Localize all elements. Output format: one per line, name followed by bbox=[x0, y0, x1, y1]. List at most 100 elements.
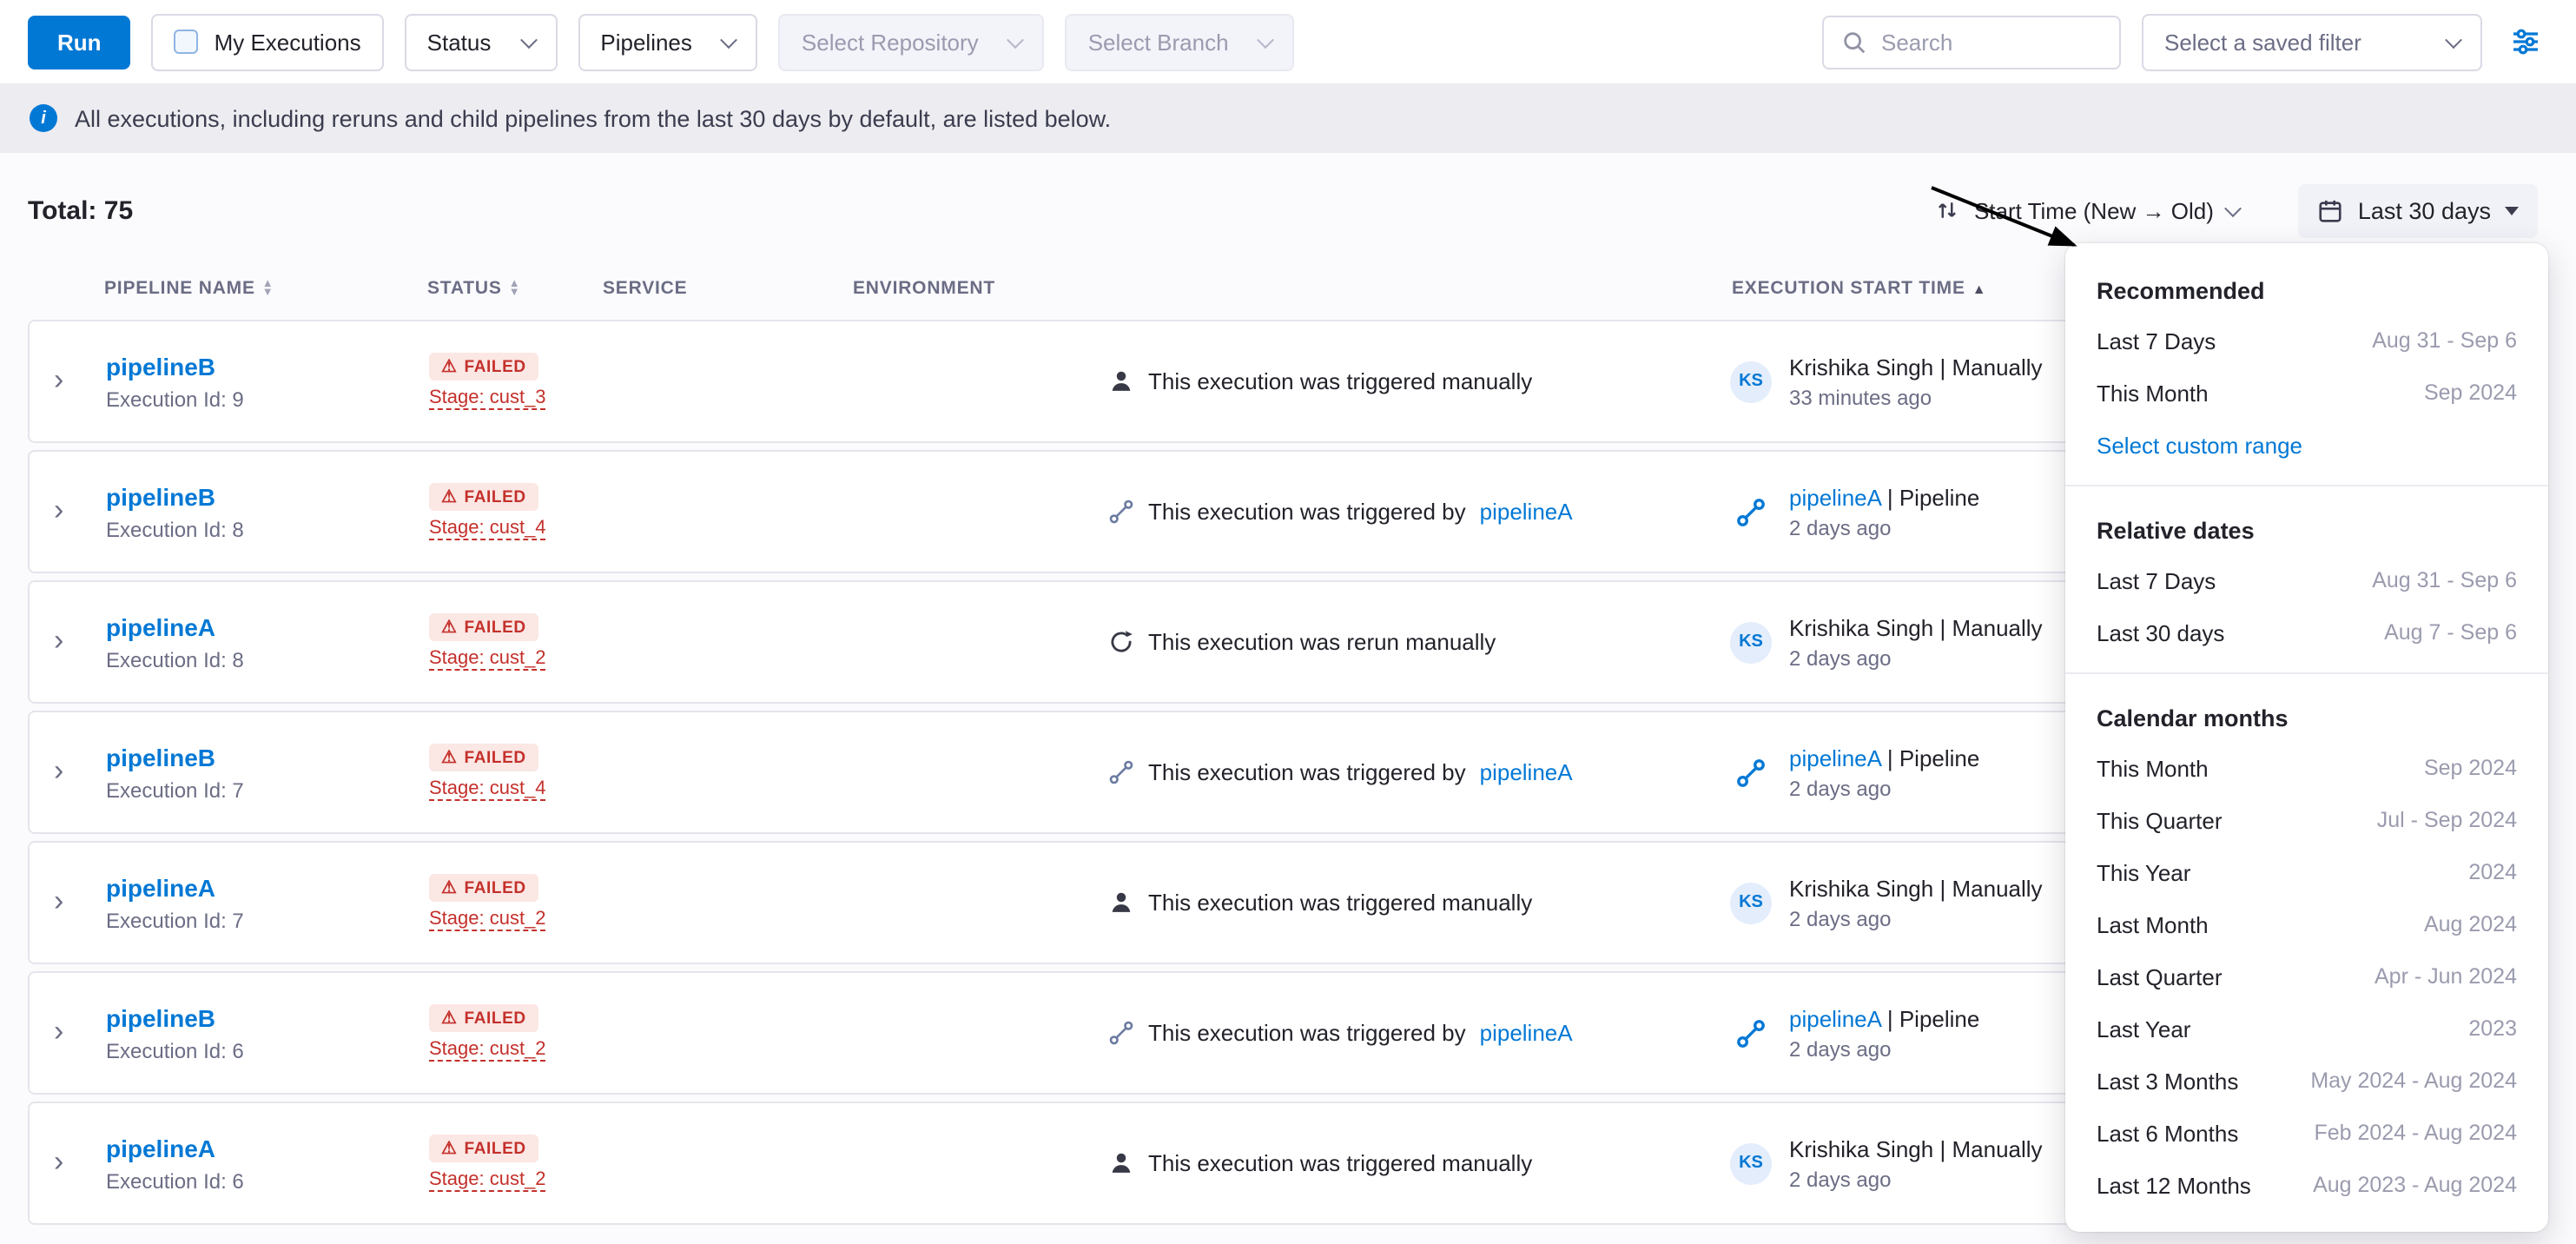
relative-time: 33 minutes ago bbox=[1789, 385, 2043, 409]
menu-item-this-quarter[interactable]: This Quarter Jul - Sep 2024 bbox=[2065, 794, 2548, 846]
avatar: KS bbox=[1730, 621, 1772, 663]
pipeline-link[interactable]: pipelineB bbox=[106, 482, 215, 510]
avatar: KS bbox=[1730, 1142, 1772, 1184]
toolbar: Run My Executions Status Pipelines Selec… bbox=[0, 0, 2576, 83]
stage-link[interactable]: Stage: cust_2 bbox=[429, 1169, 546, 1192]
status-badge: FAILED bbox=[429, 353, 538, 380]
branch-filter-dropdown[interactable]: Select Branch bbox=[1066, 13, 1295, 70]
expand-chevron-icon[interactable]: › bbox=[54, 885, 106, 920]
sort-ascending-icon: ▲ bbox=[1972, 281, 1987, 296]
user-icon bbox=[1108, 368, 1134, 394]
expand-chevron-icon[interactable]: › bbox=[54, 364, 106, 399]
menu-item-select-custom-range[interactable]: Select custom range bbox=[2065, 419, 2548, 471]
repository-filter-dropdown[interactable]: Select Repository bbox=[779, 13, 1045, 70]
trigger-method: Pipeline bbox=[1899, 1005, 1980, 1031]
expand-chevron-icon[interactable]: › bbox=[54, 1146, 106, 1181]
menu-section-header: Calendar months bbox=[2065, 688, 2548, 742]
execution-id: Execution Id: 7 bbox=[106, 908, 244, 932]
triggered-by-pipeline-link[interactable]: pipelineA bbox=[1789, 484, 1881, 510]
chevron-down-icon bbox=[1258, 30, 1275, 48]
triggered-by-pipeline-link[interactable]: pipelineA bbox=[1789, 1005, 1881, 1031]
chevron-down-icon bbox=[519, 30, 537, 48]
warning-triangle-icon bbox=[441, 1139, 458, 1158]
menu-item-this-month-calendar[interactable]: This Month Sep 2024 bbox=[2065, 742, 2548, 794]
stage-link[interactable]: Stage: cust_3 bbox=[429, 387, 546, 410]
info-banner: All executions, including reruns and chi… bbox=[0, 83, 2576, 153]
date-range-menu: Recommended Last 7 Days Aug 31 - Sep 6 T… bbox=[2065, 243, 2548, 1232]
expand-chevron-icon[interactable]: › bbox=[54, 494, 106, 529]
sort-both-icon: ▲▼ bbox=[509, 280, 521, 297]
date-range-dropdown[interactable]: Last 30 days bbox=[2299, 183, 2538, 237]
trigger-pipeline-link[interactable]: pipelineA bbox=[1480, 1020, 1573, 1046]
my-executions-checkbox[interactable] bbox=[175, 30, 199, 54]
run-button[interactable]: Run bbox=[28, 15, 131, 69]
pipeline-avatar-icon bbox=[1730, 491, 1772, 533]
warning-triangle-icon bbox=[441, 1009, 458, 1028]
status-filter-dropdown[interactable]: Status bbox=[405, 13, 558, 70]
filter-settings-button[interactable] bbox=[2503, 19, 2548, 64]
header-environment: ENVIRONMENT bbox=[853, 278, 1106, 299]
sort-dropdown[interactable]: Start Time (New → Old) bbox=[1936, 197, 2240, 223]
header-pipeline-name[interactable]: PIPELINE NAME ▲▼ bbox=[104, 278, 427, 299]
pipeline-link[interactable]: pipelineB bbox=[106, 1003, 215, 1031]
expand-chevron-icon[interactable]: › bbox=[54, 1016, 106, 1050]
execution-id: Execution Id: 6 bbox=[106, 1038, 244, 1062]
relative-time: 2 days ago bbox=[1789, 515, 1979, 539]
menu-divider bbox=[2065, 672, 2548, 674]
trigger-method: Manually bbox=[1952, 875, 2043, 901]
pipeline-icon bbox=[1108, 499, 1134, 525]
menu-item-last-month[interactable]: Last Month Aug 2024 bbox=[2065, 898, 2548, 950]
menu-item-last-year[interactable]: Last Year 2023 bbox=[2065, 1002, 2548, 1055]
trigger-pipeline-link[interactable]: pipelineA bbox=[1480, 759, 1573, 785]
menu-item-this-year[interactable]: This Year 2024 bbox=[2065, 846, 2548, 898]
pipeline-icon bbox=[1108, 1020, 1134, 1046]
menu-item-last-7-days-relative[interactable]: Last 7 Days Aug 31 - Sep 6 bbox=[2065, 554, 2548, 606]
warning-triangle-icon bbox=[441, 357, 458, 376]
my-executions-label: My Executions bbox=[215, 29, 361, 55]
execution-id: Execution Id: 7 bbox=[106, 778, 244, 802]
stage-link[interactable]: Stage: cust_4 bbox=[429, 778, 546, 801]
trigger-text: This execution was rerun manually bbox=[1148, 629, 1496, 655]
expand-chevron-icon[interactable]: › bbox=[54, 755, 106, 790]
stage-link[interactable]: Stage: cust_2 bbox=[429, 1039, 546, 1062]
pipeline-link[interactable]: pipelineA bbox=[106, 1134, 215, 1161]
rerun-icon bbox=[1108, 629, 1134, 655]
warning-triangle-icon bbox=[441, 878, 458, 897]
trigger-text: This execution was triggered by bbox=[1148, 1020, 1466, 1046]
saved-filter-dropdown[interactable]: Select a saved filter bbox=[2142, 13, 2482, 70]
search-box[interactable] bbox=[1822, 15, 2121, 69]
stage-link[interactable]: Stage: cust_2 bbox=[429, 648, 546, 671]
menu-item-last-6-months[interactable]: Last 6 Months Feb 2024 - Aug 2024 bbox=[2065, 1107, 2548, 1159]
search-input[interactable] bbox=[1881, 29, 2102, 55]
sort-both-icon: ▲▼ bbox=[262, 280, 274, 297]
menu-item-last-3-months[interactable]: Last 3 Months May 2024 - Aug 2024 bbox=[2065, 1055, 2548, 1107]
pipeline-link[interactable]: pipelineB bbox=[106, 743, 215, 771]
header-status[interactable]: STATUS ▲▼ bbox=[427, 278, 603, 299]
expand-chevron-icon[interactable]: › bbox=[54, 625, 106, 659]
triggered-by-pipeline-link[interactable]: pipelineA bbox=[1789, 744, 1881, 771]
warning-triangle-icon bbox=[441, 618, 458, 637]
chevron-down-icon bbox=[2445, 30, 2462, 48]
pipelines-filter-dropdown[interactable]: Pipelines bbox=[578, 13, 758, 70]
menu-item-last-12-months[interactable]: Last 12 Months Aug 2023 - Aug 2024 bbox=[2065, 1159, 2548, 1211]
trigger-pipeline-link[interactable]: pipelineA bbox=[1480, 499, 1573, 525]
my-executions-filter[interactable]: My Executions bbox=[152, 13, 384, 70]
menu-item-this-month[interactable]: This Month Sep 2024 bbox=[2065, 367, 2548, 419]
pipeline-link[interactable]: pipelineA bbox=[106, 612, 215, 640]
trigger-method: Manually bbox=[1952, 614, 2043, 640]
relative-time: 2 days ago bbox=[1789, 776, 1979, 800]
stage-link[interactable]: Stage: cust_2 bbox=[429, 909, 546, 931]
status-badge: FAILED bbox=[429, 744, 538, 771]
trigger-text: This execution was triggered by bbox=[1148, 759, 1466, 785]
stage-link[interactable]: Stage: cust_4 bbox=[429, 518, 546, 540]
avatar: KS bbox=[1730, 882, 1772, 923]
menu-item-last-7-days[interactable]: Last 7 Days Aug 31 - Sep 6 bbox=[2065, 314, 2548, 367]
pipeline-link[interactable]: pipelineA bbox=[106, 873, 215, 901]
status-badge: FAILED bbox=[429, 483, 538, 511]
trigger-method: Pipeline bbox=[1899, 744, 1980, 771]
triggered-by-name: Krishika Singh bbox=[1789, 354, 1933, 380]
menu-item-last-30-days[interactable]: Last 30 days Aug 7 - Sep 6 bbox=[2065, 606, 2548, 658]
menu-divider bbox=[2065, 485, 2548, 486]
pipeline-link[interactable]: pipelineB bbox=[106, 352, 215, 380]
menu-item-last-quarter[interactable]: Last Quarter Apr - Jun 2024 bbox=[2065, 950, 2548, 1002]
